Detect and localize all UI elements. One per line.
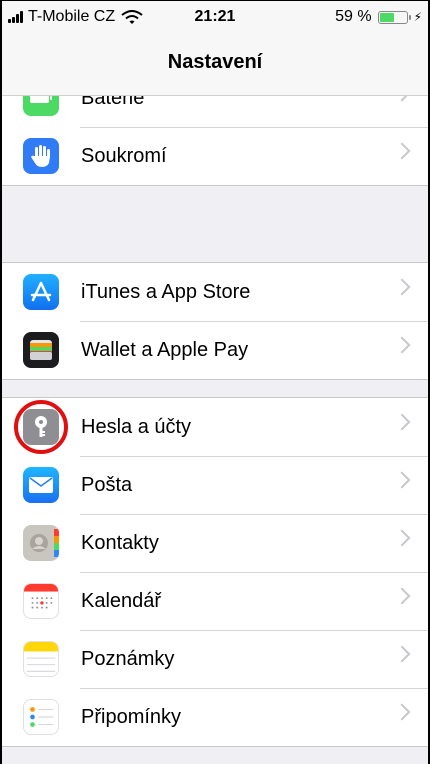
navigation-header: T-Mobile CZ 21:21 59 % ⚡ Nastavení [2, 1, 428, 96]
settings-item-label: Kontakty [81, 531, 159, 554]
settings-item-label: Wallet a Apple Pay [81, 338, 249, 361]
page-title: Nastavení [167, 51, 263, 73]
settings-item-pripominky[interactable]: Připomínky [2, 688, 428, 746]
calendar-icon [23, 583, 59, 619]
settings-item-label: Připomínky [81, 705, 182, 728]
settings-item-label: Poznámky [81, 647, 175, 670]
mail-icon [23, 467, 59, 503]
settings-item-hesla[interactable]: Hesla a účty [2, 398, 428, 456]
settings-group-2: iTunes a App Store Wallet a Apple Pay [2, 262, 428, 380]
contacts-icon [23, 525, 59, 561]
settings-item-label: Pošta [81, 473, 133, 496]
settings-item-kontakty[interactable]: Kontakty [2, 514, 428, 572]
settings-item-label: Soukromí [81, 144, 167, 167]
key-icon [23, 409, 59, 445]
settings-item-soukromi[interactable]: Soukromí [2, 127, 428, 185]
status-bar-right: 59 % ⚡ [335, 8, 422, 26]
settings-item-label: iTunes a App Store [81, 280, 251, 303]
charging-bolt-icon: ⚡ [413, 10, 422, 24]
battery-indicator-icon [377, 10, 411, 24]
status-bar: T-Mobile CZ 21:21 59 % ⚡ [2, 1, 428, 35]
settings-screen: Baterie Soukromí iTunes a App Store Wall… [0, 0, 430, 764]
settings-item-wallet[interactable]: Wallet a Apple Pay [2, 321, 428, 379]
settings-item-itunes[interactable]: iTunes a App Store [2, 263, 428, 321]
settings-item-posta[interactable]: Pošta [2, 456, 428, 514]
reminders-icon [23, 699, 59, 735]
settings-item-kalendar[interactable]: Kalendář [2, 572, 428, 630]
notes-icon [23, 641, 59, 677]
wallet-icon [23, 332, 59, 368]
settings-group-3: Hesla a účty Pošta Kontakty Kalendář Poz… [2, 397, 428, 747]
settings-item-label: Hesla a účty [81, 415, 192, 438]
battery-percent: 59 % [335, 8, 372, 25]
settings-item-label: Kalendář [81, 589, 162, 612]
hand-icon [23, 138, 59, 174]
settings-item-poznamky[interactable]: Poznámky [2, 630, 428, 688]
app-store-icon [23, 274, 59, 310]
